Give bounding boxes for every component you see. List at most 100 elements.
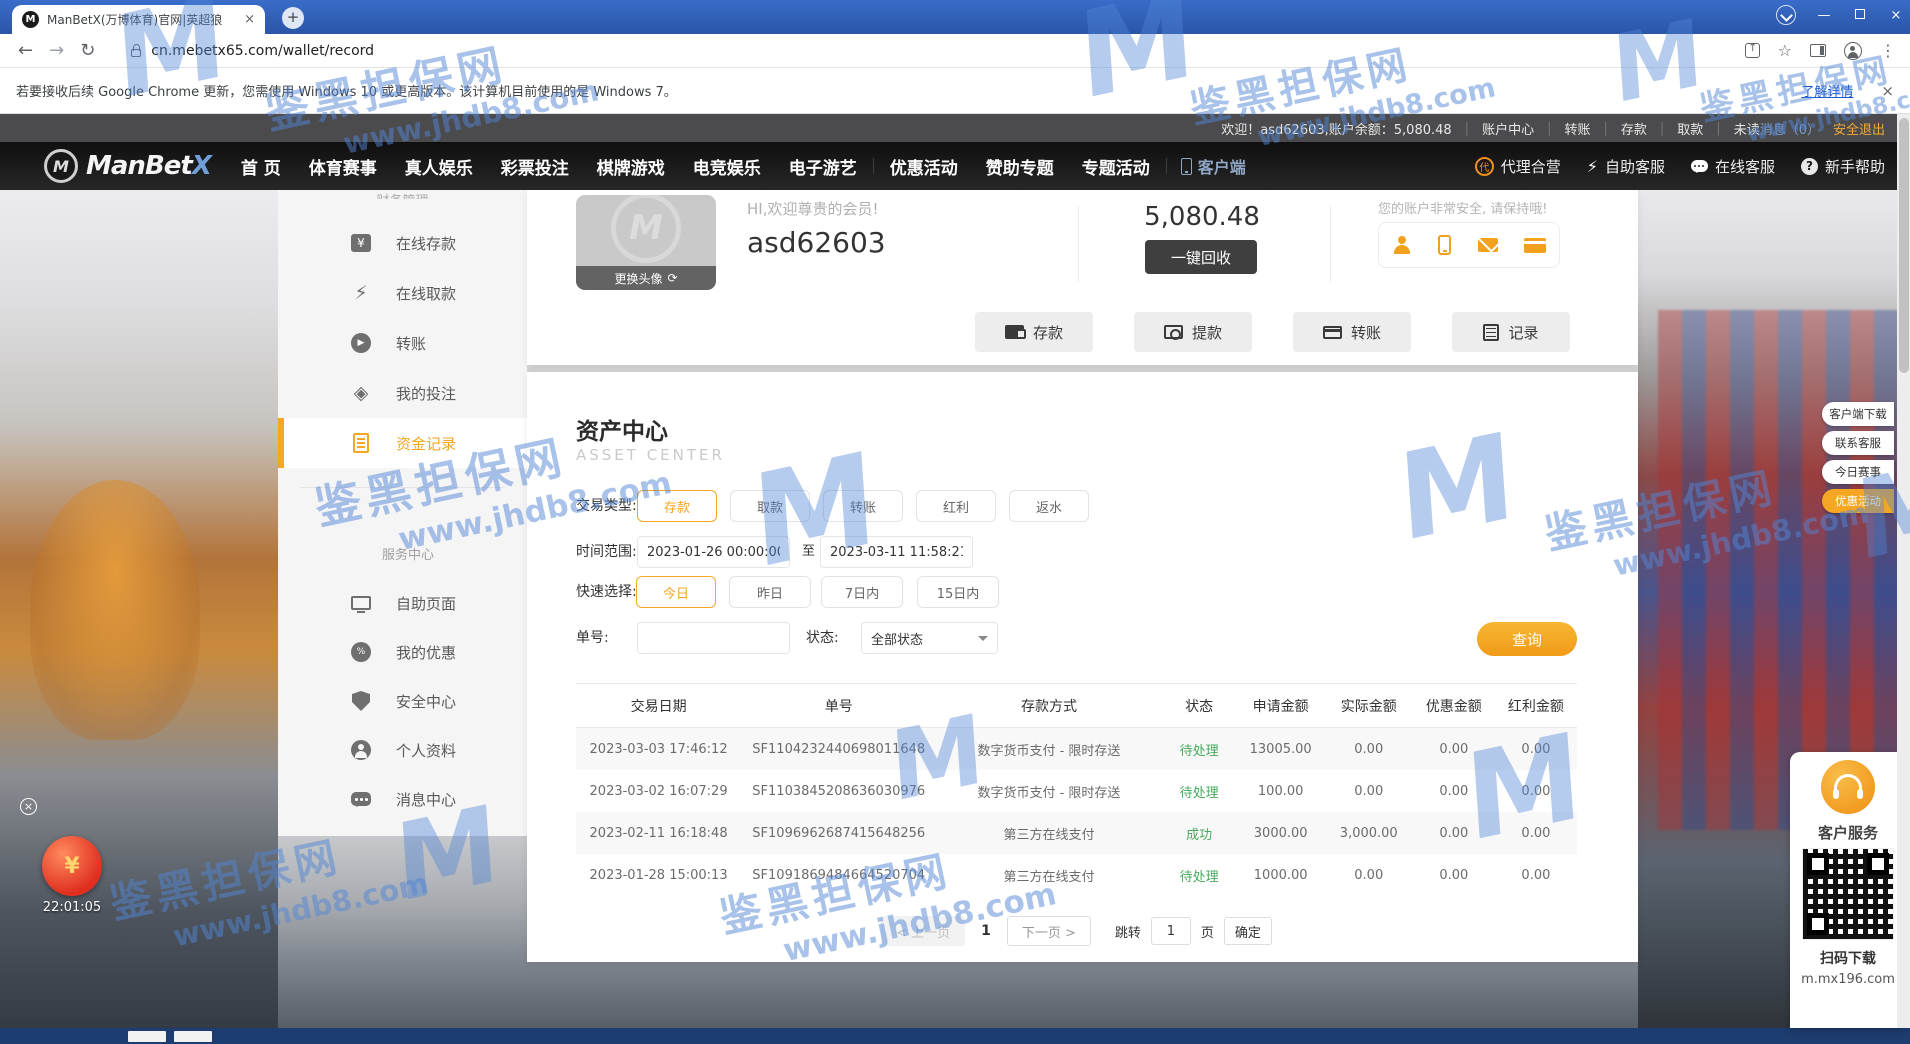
- date-from-input[interactable]: [637, 536, 790, 568]
- order-number-input[interactable]: [637, 622, 790, 654]
- mobile-url: m.mx196.com: [1790, 972, 1906, 987]
- nav-item-sponsorship[interactable]: 赞助专题: [972, 154, 1068, 179]
- tab-close-icon[interactable]: ×: [244, 12, 255, 27]
- browser-menu-icon[interactable]: ⋮: [1880, 41, 1896, 60]
- topbar-link-transfer[interactable]: 转账: [1564, 119, 1590, 138]
- avatar[interactable]: M 更换头像⟳: [576, 195, 716, 290]
- learn-more-link[interactable]: 了解详情: [1801, 81, 1853, 100]
- type-bonus-button[interactable]: 红利: [916, 490, 996, 522]
- float-tab-today-matches[interactable]: 今日赛事: [1822, 460, 1894, 484]
- taskbar-button[interactable]: [128, 1031, 166, 1042]
- site-logo[interactable]: M ManBetX: [44, 149, 211, 183]
- nav-item-sports[interactable]: 体育赛事: [295, 154, 391, 179]
- quick-7days-button[interactable]: 7日内: [821, 576, 903, 608]
- change-avatar-button[interactable]: 更换头像⟳: [576, 266, 716, 290]
- profile-avatar-icon[interactable]: [1844, 42, 1862, 60]
- prev-page-button[interactable]: < 上一页: [881, 916, 965, 946]
- divider: [300, 487, 505, 488]
- wallet-coin-icon: [1164, 325, 1183, 339]
- close-window-button[interactable]: ×: [1888, 8, 1904, 23]
- bind-phone-icon[interactable]: [1438, 235, 1451, 255]
- deposit-button[interactable]: 存款: [975, 312, 1093, 352]
- windows-taskbar: [0, 1028, 1910, 1044]
- divider: [1330, 206, 1331, 282]
- sidebar-item-self-service-page[interactable]: 自助页面: [278, 578, 527, 628]
- transfer-button[interactable]: 转账: [1293, 312, 1411, 352]
- minimize-button[interactable]: —: [1816, 8, 1832, 23]
- nav-item-lottery[interactable]: 彩票投注: [487, 154, 583, 179]
- nav-item-esports[interactable]: 电竞娱乐: [679, 154, 775, 179]
- agent-icon: 代: [1475, 157, 1494, 176]
- type-withdraw-button[interactable]: 取款: [730, 490, 810, 522]
- page-scrollbar[interactable]: [1897, 114, 1910, 1028]
- browser-update-chevron-icon[interactable]: [1776, 5, 1796, 25]
- topbar-link-account[interactable]: 账户中心: [1482, 119, 1534, 138]
- nav-item-board-games[interactable]: 棋牌游戏: [583, 154, 679, 179]
- forward-icon[interactable]: →: [49, 40, 64, 61]
- nav-item-live-casino[interactable]: 真人娱乐: [391, 154, 487, 179]
- quick-yesterday-button[interactable]: 昨日: [729, 576, 811, 608]
- nav-item-promotions[interactable]: 优惠活动: [876, 154, 972, 179]
- nav-item-home[interactable]: 首 页: [227, 154, 295, 179]
- one-key-recycle-button[interactable]: 一键回收: [1145, 240, 1257, 274]
- customer-service-widget[interactable]: 客户服务 扫码下载 m.mx196.com: [1790, 752, 1906, 1028]
- sidebar-item-profile[interactable]: 个人资料: [278, 725, 527, 775]
- nav-item-client-app[interactable]: 客户端: [1169, 154, 1258, 178]
- bookmark-star-icon[interactable]: ☆: [1778, 41, 1792, 60]
- next-page-button[interactable]: 下一页 >: [1007, 916, 1091, 946]
- sidebar-item-online-withdraw[interactable]: ⚡ 在线取款: [278, 268, 527, 318]
- confirm-button[interactable]: 确定: [1224, 917, 1272, 945]
- back-icon[interactable]: ←: [18, 40, 33, 61]
- nav-item-slots[interactable]: 电子游艺: [775, 154, 871, 179]
- float-tab-client-download[interactable]: 客户端下载: [1822, 402, 1894, 426]
- nav-agent-link[interactable]: 代代理合营: [1475, 156, 1561, 177]
- nav-self-service-link[interactable]: ⚡自助客服: [1587, 156, 1665, 177]
- reload-icon[interactable]: ↻: [80, 40, 95, 61]
- maximize-button[interactable]: [1852, 8, 1868, 23]
- quick-today-button[interactable]: 今日: [636, 576, 716, 608]
- browser-tab[interactable]: M ManBetX(万博体育)官网|英超狼 ×: [12, 5, 265, 34]
- sidebar-item-online-deposit[interactable]: ¥ 在线存款: [278, 218, 527, 268]
- withdraw-button[interactable]: 提款: [1134, 312, 1252, 352]
- search-button[interactable]: 查询: [1477, 622, 1577, 656]
- bind-bankcard-icon[interactable]: [1524, 238, 1546, 253]
- user-header-card: M 更换头像⟳ HI,欢迎尊贵的会员! asd62603 5,080.48 一键…: [527, 190, 1638, 365]
- topbar-unread-messages[interactable]: 未读消息（0）: [1734, 119, 1820, 138]
- sidebar-item-message-center[interactable]: 消息中心: [278, 774, 527, 824]
- col-header: 红利金额: [1495, 696, 1577, 716]
- sidebar-item-fund-records[interactable]: 资金记录: [278, 418, 527, 468]
- address-bar[interactable]: cn.mebetx65.com/wallet/record: [151, 43, 374, 59]
- jump-page-input[interactable]: [1151, 917, 1191, 945]
- float-tab-promotions[interactable]: 优惠活动: [1822, 489, 1894, 513]
- float-tab-contact-service[interactable]: 联系客服: [1822, 431, 1894, 455]
- type-deposit-button[interactable]: 存款: [637, 490, 717, 522]
- new-tab-button[interactable]: +: [282, 7, 304, 29]
- sidebar-item-transfer[interactable]: ▶ 转账: [278, 318, 527, 368]
- taskbar-button[interactable]: [174, 1031, 212, 1042]
- notice-close-icon[interactable]: ×: [1881, 82, 1894, 100]
- sidebar-item-my-bets[interactable]: ◈ 我的投注: [278, 368, 527, 418]
- topbar-link-withdraw[interactable]: 取款: [1677, 119, 1703, 138]
- records-button[interactable]: 记录: [1452, 312, 1570, 352]
- share-icon[interactable]: [1745, 43, 1760, 58]
- side-panel-icon[interactable]: [1810, 44, 1826, 57]
- nav-live-chat-link[interactable]: 在线客服: [1691, 156, 1775, 177]
- promo-red-packet-icon[interactable]: ¥: [42, 836, 102, 896]
- nav-help-link[interactable]: ?新手帮助: [1801, 156, 1885, 177]
- sidebar-item-security-center[interactable]: 安全中心: [278, 676, 527, 726]
- promo-close-icon[interactable]: ×: [20, 798, 37, 815]
- nav-item-special-events[interactable]: 专题活动: [1068, 154, 1164, 179]
- sidebar-item-my-promotions[interactable]: % 我的优惠: [278, 627, 527, 677]
- topbar-link-deposit[interactable]: 存款: [1621, 119, 1647, 138]
- quick-select-label: 快速选择:: [576, 576, 637, 608]
- type-transfer-button[interactable]: 转账: [823, 490, 903, 522]
- type-rebate-button[interactable]: 返水: [1009, 490, 1089, 522]
- bind-profile-icon[interactable]: [1392, 235, 1412, 255]
- date-to-input[interactable]: [820, 536, 973, 568]
- status-select[interactable]: 全部状态: [861, 622, 998, 654]
- scrollbar-thumb[interactable]: [1899, 118, 1909, 373]
- quick-15days-button[interactable]: 15日内: [917, 576, 999, 608]
- scan-download-label: 扫码下载: [1790, 948, 1906, 968]
- logout-link[interactable]: 安全退出: [1833, 119, 1885, 138]
- bind-email-icon[interactable]: [1478, 238, 1498, 252]
